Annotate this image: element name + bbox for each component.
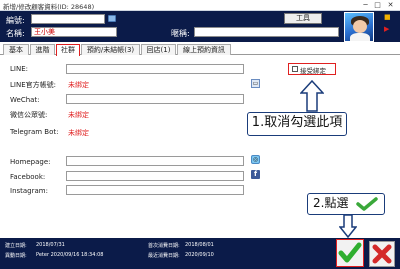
maximize-button[interactable]: □: [373, 1, 382, 9]
window-titlebar: 新增/修改顧客資料(ID: 28648) ─ □ ✕: [0, 0, 400, 11]
instagram-field[interactable]: [66, 185, 244, 195]
created-date-value: 2018/07/31: [36, 242, 65, 248]
homepage-label: Homepage:: [10, 158, 51, 166]
tab-online-booking[interactable]: 線上預約資訊: [177, 44, 231, 55]
line-official-status: 未綁定: [68, 81, 89, 89]
ok-button[interactable]: [336, 239, 364, 267]
accept-binding-checkbox[interactable]: 接受綁定: [288, 63, 336, 75]
line-field[interactable]: [66, 64, 244, 74]
close-button[interactable]: ✕: [386, 1, 395, 9]
modified-date-label: 異動日期:: [5, 253, 27, 259]
cancel-x-icon: [372, 244, 392, 264]
last-visit-label: 最近消費日期:: [148, 253, 180, 259]
created-date-label: 建立日期:: [5, 243, 27, 249]
wechat-official-label: 微信公眾號:: [10, 111, 48, 119]
first-visit-value: 2018/08/01: [185, 242, 214, 248]
customer-avatar[interactable]: [344, 12, 374, 42]
tool-button-label: 工具: [296, 14, 310, 22]
tab-advanced[interactable]: 進階: [30, 44, 55, 55]
check-icon: [356, 197, 378, 211]
web-browse-icon[interactable]: ◎: [251, 155, 260, 164]
step1-text: 1.取消勾選此項: [251, 115, 343, 130]
cancel-button[interactable]: [369, 241, 395, 267]
facebook-label: Facebook:: [10, 173, 46, 181]
down-arrow-icon: [339, 214, 357, 238]
tab-returns[interactable]: 回店(1): [141, 44, 176, 55]
modified-date-value: Peter 2020/09/16 18:34:08: [36, 252, 104, 258]
id-picker-button[interactable]: [108, 15, 116, 22]
tab-appointments[interactable]: 預約/未結帳(3): [81, 44, 140, 55]
telegram-status: 未綁定: [68, 129, 89, 137]
alias-field[interactable]: [194, 27, 339, 37]
name-label: 名稱:: [6, 29, 25, 38]
arrow-right-icon[interactable]: ▶: [384, 25, 389, 33]
line-label: LINE:: [10, 65, 28, 73]
tab-social[interactable]: 社群: [56, 44, 80, 56]
accept-binding-label: 接受綁定: [300, 67, 326, 75]
facebook-icon[interactable]: f: [251, 170, 260, 179]
last-visit-value: 2020/09/10: [185, 252, 214, 258]
minimize-button[interactable]: ─: [361, 1, 370, 9]
homepage-field[interactable]: [66, 156, 244, 166]
instagram-label: Instagram:: [10, 187, 48, 195]
wechat-field[interactable]: [66, 94, 244, 104]
unbind-icon[interactable]: ▭: [251, 79, 260, 88]
telegram-label: Telegram Bot:: [10, 128, 59, 136]
tab-bar: 基本 進階 社群 預約/未結帳(3) 回店(1) 線上預約資訊: [0, 43, 400, 56]
step2-text: 2.點選: [313, 196, 349, 210]
window-title: 新增/修改顧客資料(ID: 28648): [3, 3, 95, 11]
first-visit-label: 首次消費日期:: [148, 243, 180, 249]
tool-button[interactable]: 工具: [284, 13, 322, 24]
facebook-field[interactable]: [66, 171, 244, 181]
id-field[interactable]: [31, 14, 105, 24]
accept-binding-box[interactable]: [292, 66, 298, 72]
name-field[interactable]: 王小美: [31, 27, 117, 37]
up-arrow-icon: [300, 80, 324, 112]
id-label: 編號:: [6, 16, 25, 25]
line-official-label: LINE官方帳號:: [10, 81, 56, 89]
folder-icon[interactable]: ■: [384, 13, 391, 21]
step2-annotation: 2.點選: [307, 193, 385, 215]
alias-label: 暱稱:: [171, 29, 190, 38]
tab-basic[interactable]: 基本: [3, 44, 29, 55]
customer-header: 編號: 名稱: 王小美 暱稱:: [0, 11, 400, 42]
wechat-label: WeChat:: [10, 96, 40, 104]
ok-check-icon: [338, 242, 362, 263]
wechat-official-status: 未綁定: [68, 111, 89, 119]
step1-annotation: 1.取消勾選此項: [247, 112, 347, 136]
